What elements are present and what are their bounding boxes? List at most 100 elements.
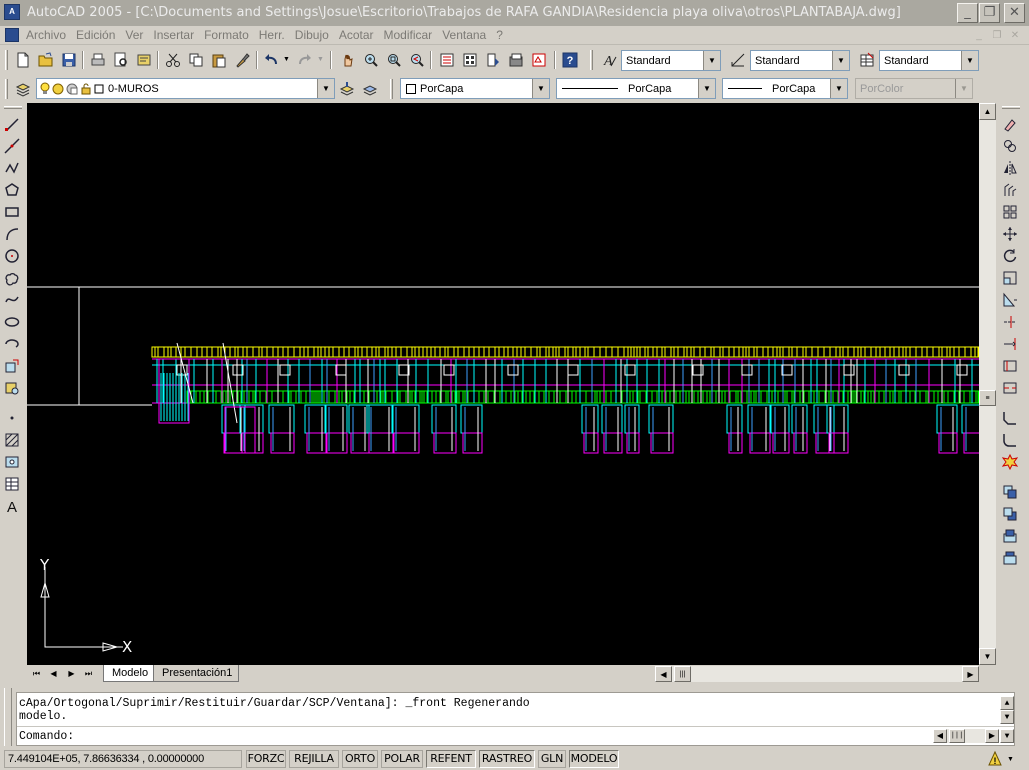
plot-button[interactable] — [87, 49, 109, 71]
ellipse-arc-button[interactable] — [1, 333, 23, 355]
stretch-button[interactable] — [999, 289, 1021, 311]
multiline-text-button[interactable]: A — [1, 495, 23, 517]
text-style-button[interactable]: A — [598, 49, 620, 71]
prompt-scroll-thumb[interactable]: ||| — [949, 729, 965, 743]
prompt-scroll-left[interactable]: ◀ — [933, 729, 947, 743]
zoom-realtime-button[interactable] — [360, 49, 382, 71]
erase-button[interactable] — [999, 113, 1021, 135]
extend-button[interactable] — [999, 333, 1021, 355]
zoom-window-button[interactable] — [383, 49, 405, 71]
autocad-app-icon[interactable]: A — [4, 4, 20, 20]
toggle-refent[interactable]: REFENT — [426, 750, 476, 768]
table-button[interactable] — [1, 473, 23, 495]
dim-style-select[interactable]: Standard ▼ — [750, 50, 850, 71]
line-button[interactable] — [1, 113, 23, 135]
undo-dropdown-icon[interactable]: ▼ — [283, 56, 290, 63]
prompt-scroll-right[interactable]: ▶ — [985, 729, 999, 743]
copy-clip-button[interactable] — [185, 49, 207, 71]
menu-item-formato[interactable]: Formato — [204, 28, 255, 43]
point-button[interactable] — [1, 407, 23, 429]
insert-block-button[interactable] — [1, 355, 23, 377]
toolbar-grip[interactable] — [390, 79, 393, 99]
arc-button[interactable] — [1, 223, 23, 245]
properties-button[interactable] — [436, 49, 458, 71]
table-style-select[interactable]: Standard ▼ — [879, 50, 979, 71]
ellipse-button[interactable] — [1, 311, 23, 333]
tab-modelo[interactable]: Modelo — [103, 665, 156, 682]
make-object-layer-current-button[interactable] — [336, 78, 358, 100]
lineweight-control-select[interactable]: PorCapa ▼ — [722, 78, 848, 99]
restore-button[interactable]: ❐ — [979, 3, 1000, 23]
communication-center-icon[interactable]: ! — [986, 750, 1004, 768]
color-control-select[interactable]: PorCapa ▼ — [400, 78, 550, 99]
history-scrollbar[interactable]: ▲ ▼ — [1000, 696, 1014, 724]
layer-select[interactable]: 0-MUROS ▼ — [36, 78, 335, 99]
layer-manager-button[interactable] — [12, 78, 34, 100]
make-block-button[interactable] — [1, 377, 23, 399]
rectangle-button[interactable] — [1, 201, 23, 223]
save-button[interactable] — [58, 49, 80, 71]
history-scroll-down[interactable]: ▼ — [1000, 710, 1014, 724]
break-at-point-button[interactable] — [999, 355, 1021, 377]
menu-item-archivo[interactable]: Archivo — [26, 28, 72, 43]
markup-set-button[interactable] — [528, 49, 550, 71]
pan-button[interactable] — [337, 49, 359, 71]
scroll-right-button[interactable]: ▶ — [962, 666, 979, 682]
toolbar-grip[interactable] — [5, 79, 8, 99]
prompt-vscroll[interactable]: ▼ — [1000, 729, 1014, 743]
toggle-gln[interactable]: GLN — [538, 750, 566, 768]
draworder-above-button[interactable] — [999, 525, 1021, 547]
cut-button[interactable] — [162, 49, 184, 71]
open-button[interactable] — [35, 49, 57, 71]
new-button[interactable] — [12, 49, 34, 71]
toolbar-grip[interactable] — [1002, 106, 1020, 109]
copy-button[interactable] — [999, 135, 1021, 157]
previous-tab-button[interactable]: ◀ — [46, 666, 61, 681]
vertical-scrollbar[interactable]: ▲ ≡ ▼ — [979, 103, 996, 665]
scroll-down-button[interactable]: ▼ — [979, 648, 996, 665]
rotate-button[interactable] — [999, 245, 1021, 267]
close-button[interactable]: ✕ — [1004, 3, 1025, 23]
menu-item-dibujo[interactable]: Dibujo — [295, 28, 335, 43]
command-window[interactable]: cApa/Ortogonal/Suprimir/Restituir/Guarda… — [16, 692, 1015, 746]
prompt-scrollbar[interactable]: ◀ ||| ▶ — [933, 729, 999, 743]
menu-item-ver[interactable]: Ver — [125, 28, 149, 43]
move-button[interactable] — [999, 223, 1021, 245]
text-style-select[interactable]: Standard ▼ — [621, 50, 721, 71]
table-style-button[interactable] — [856, 49, 878, 71]
first-tab-button[interactable]: ⏮ — [29, 666, 44, 681]
menu-item-acotar[interactable]: Acotar — [339, 28, 380, 43]
menu-item-ventana[interactable]: Ventana — [442, 28, 492, 43]
tab-presentacion1[interactable]: Presentación1 — [153, 665, 240, 682]
spline-button[interactable] — [1, 289, 23, 311]
break-button[interactable] — [999, 377, 1021, 399]
next-tab-button[interactable]: ▶ — [64, 666, 79, 681]
construction-line-button[interactable] — [1, 135, 23, 157]
redo-button[interactable] — [294, 49, 316, 71]
toolbar-grip[interactable] — [4, 106, 22, 109]
menu-item-modificar[interactable]: Modificar — [384, 28, 439, 43]
explode-button[interactable] — [999, 451, 1021, 473]
sheet-set-button[interactable] — [505, 49, 527, 71]
zoom-previous-button[interactable] — [406, 49, 428, 71]
horizontal-scroll-thumb[interactable]: ||| — [674, 666, 691, 682]
title-bar[interactable]: A AutoCAD 2005 - [C:\Documents and Setti… — [0, 0, 1029, 26]
minimize-button[interactable]: _ — [957, 3, 978, 23]
draworder-front-button[interactable] — [999, 481, 1021, 503]
polyline-button[interactable] — [1, 157, 23, 179]
toggle-forzc[interactable]: FORZC — [246, 750, 286, 768]
toggle-polar[interactable]: POLAR — [381, 750, 423, 768]
history-scroll-up[interactable]: ▲ — [1000, 696, 1014, 710]
draworder-back-button[interactable] — [999, 503, 1021, 525]
offset-button[interactable] — [999, 179, 1021, 201]
scroll-up-button[interactable]: ▲ — [979, 103, 996, 120]
array-button[interactable] — [999, 201, 1021, 223]
toggle-modelo[interactable]: MODELO — [569, 750, 619, 768]
toggle-orto[interactable]: ORTO — [342, 750, 378, 768]
menu-item-edicin[interactable]: Edición — [76, 28, 121, 43]
model-space-drawing[interactable] — [27, 103, 979, 665]
document-icon[interactable] — [5, 28, 19, 42]
layer-previous-button[interactable] — [359, 78, 381, 100]
drawing-area[interactable]: Y X — [27, 103, 979, 665]
polygon-button[interactable] — [1, 179, 23, 201]
